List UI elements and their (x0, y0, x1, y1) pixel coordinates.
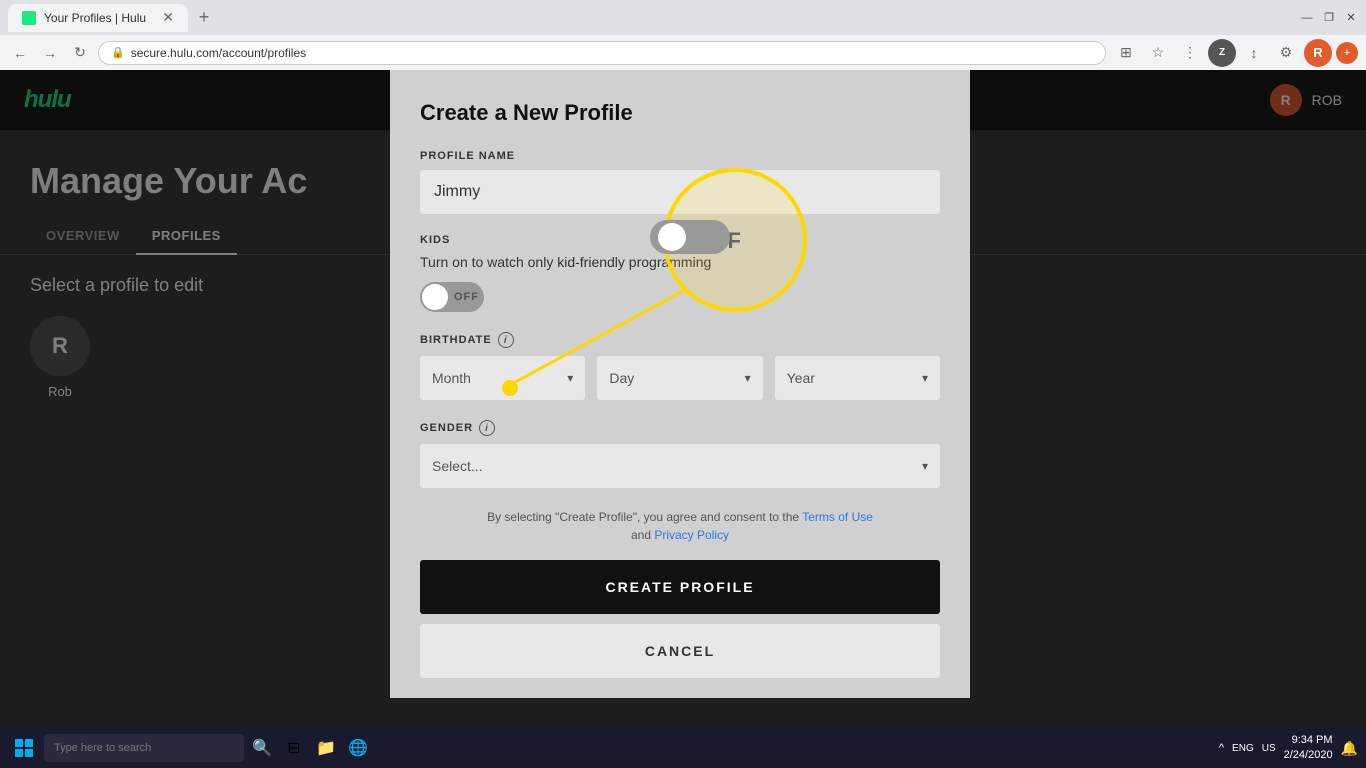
close-button[interactable]: ✕ (1344, 11, 1358, 25)
browser-chrome: Your Profiles | Hulu ✕ + — ❐ ✕ ← → ↻ 🔒 s… (0, 0, 1366, 70)
toggle-knob (422, 284, 448, 310)
maximize-button[interactable]: ❐ (1322, 11, 1336, 25)
gender-select[interactable]: Select... Male Female Non-binary Prefer … (420, 444, 940, 488)
back-button[interactable]: ← (8, 41, 32, 65)
lock-icon: 🔒 (111, 46, 125, 59)
month-select[interactable]: Month JanuaryFebruaryMarch AprilMayJune … (420, 356, 585, 400)
main-area: hulu R ROB Manage Your Ac OVERVIEW PROFI… (0, 70, 1366, 768)
taskbar-task-view[interactable]: ⊟ (280, 734, 308, 762)
birthdate-info-icon[interactable]: i (498, 332, 514, 348)
extensions-icon[interactable]: ⊞ (1112, 39, 1140, 67)
taskbar: 🔍 ⊟ 📁 🌐 ^ ENG US 9:34 PM 2/24/2020 🔔 (0, 728, 1366, 768)
taskbar-right: ^ ENG US 9:34 PM 2/24/2020 🔔 (1219, 733, 1358, 764)
kids-label: KIDS (420, 234, 940, 246)
kids-toggle-label: OFF (454, 291, 479, 303)
taskbar-file-explorer[interactable]: 📁 (312, 734, 340, 762)
address-bar[interactable]: 🔒 secure.hulu.com/account/profiles (98, 41, 1106, 65)
window-controls: — ❐ ✕ (1300, 11, 1358, 25)
start-button[interactable] (8, 732, 40, 764)
day-dropdown-wrapper: Day ▾ (597, 356, 762, 400)
kids-toggle[interactable]: OFF (420, 282, 484, 312)
birthdate-label: BIRTHDATE i (420, 332, 940, 348)
active-tab[interactable]: Your Profiles | Hulu ✕ (8, 4, 188, 32)
profile-name-input[interactable] (420, 170, 940, 214)
taskbar-search-icon[interactable]: 🔍 (248, 734, 276, 762)
bookmark-icon[interactable]: ☆ (1144, 39, 1172, 67)
kids-description: Turn on to watch only kid-friendly progr… (420, 254, 940, 270)
windows-icon (15, 739, 33, 757)
minimize-button[interactable]: — (1300, 11, 1314, 25)
create-profile-button[interactable]: CREATE PROFILE (420, 560, 940, 614)
browser-toolbar: ← → ↻ 🔒 secure.hulu.com/account/profiles… (0, 35, 1366, 70)
year-dropdown-wrapper: Year ▾ (775, 356, 940, 400)
extra-icon[interactable]: + (1336, 42, 1358, 64)
tab-favicon (22, 11, 36, 25)
taskbar-language: ENG (1232, 743, 1254, 754)
tab-close-button[interactable]: ✕ (162, 9, 174, 26)
taskbar-notification-center[interactable]: 🔔 (1341, 740, 1358, 757)
forward-button[interactable]: → (38, 41, 62, 65)
taskbar-search-input[interactable] (44, 734, 244, 762)
profile-name-label: PROFILE NAME (420, 150, 940, 162)
create-profile-modal: Create a New Profile PROFILE NAME KIDS T… (390, 70, 970, 698)
terms-of-use-link[interactable]: Terms of Use (802, 510, 873, 524)
day-select[interactable]: Day (597, 356, 762, 400)
taskbar-browser-icon[interactable]: 🌐 (344, 734, 372, 762)
kids-group: KIDS Turn on to watch only kid-friendly … (420, 234, 940, 312)
taskbar-region: US (1262, 743, 1276, 754)
privacy-policy-link[interactable]: Privacy Policy (654, 528, 729, 542)
sync-icon[interactable]: ↕ (1240, 39, 1268, 67)
chrome-settings-icon[interactable]: ⚙ (1272, 39, 1300, 67)
taskbar-datetime: 9:34 PM 2/24/2020 (1284, 733, 1333, 764)
browser-titlebar: Your Profiles | Hulu ✕ + — ❐ ✕ (0, 0, 1366, 35)
birthdate-group: BIRTHDATE i Month JanuaryFebruaryMarch A… (420, 332, 940, 400)
extension-badge[interactable]: Z (1208, 39, 1236, 67)
browser-menu-icon[interactable]: ⋮ (1176, 39, 1204, 67)
url-text: secure.hulu.com/account/profiles (131, 46, 306, 60)
year-select[interactable]: Year (775, 356, 940, 400)
gender-info-icon[interactable]: i (479, 420, 495, 436)
birthdate-row: Month JanuaryFebruaryMarch AprilMayJune … (420, 356, 940, 400)
browser-profile-icon[interactable]: R (1304, 39, 1332, 67)
gender-group: GENDER i Select... Male Female Non-binar… (420, 420, 940, 488)
gender-label: GENDER i (420, 420, 940, 436)
profile-name-group: PROFILE NAME (420, 150, 940, 214)
cancel-button[interactable]: CANCEL (420, 624, 940, 678)
consent-text: By selecting "Create Profile", you agree… (420, 508, 940, 544)
toolbar-icons: ⊞ ☆ ⋮ Z ↕ ⚙ R + (1112, 39, 1358, 67)
new-tab-button[interactable]: + (192, 6, 216, 30)
refresh-button[interactable]: ↻ (68, 41, 92, 65)
month-dropdown-wrapper: Month JanuaryFebruaryMarch AprilMayJune … (420, 356, 585, 400)
gender-dropdown: Select... Male Female Non-binary Prefer … (420, 444, 940, 488)
kids-toggle-container: OFF (420, 282, 940, 312)
modal-title: Create a New Profile (420, 100, 940, 126)
tab-title: Your Profiles | Hulu (44, 11, 154, 25)
taskbar-notifications[interactable]: ^ (1219, 742, 1224, 754)
